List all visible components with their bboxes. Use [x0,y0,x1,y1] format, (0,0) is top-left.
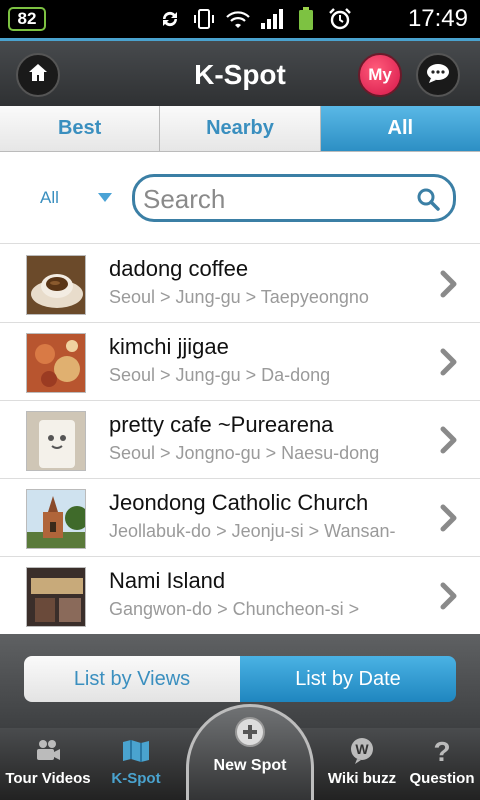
spot-location: Jeollabuk-do > Jeonju-si > Wansan- [109,521,396,541]
svg-text:W: W [355,741,369,757]
tab-label: K-Spot [111,770,161,787]
spot-thumbnail [26,489,86,549]
spot-thumbnail [26,255,86,315]
spot-thumbnail [26,411,86,471]
question-icon: ? [427,736,457,766]
chevron-right-icon [438,269,460,299]
chevron-right-icon [438,347,460,377]
dropdown-arrow-icon[interactable] [96,190,114,204]
spot-title: pretty cafe ~Purearena [109,412,334,437]
category-tabs: Best Nearby All [0,106,480,152]
signal-icon [260,7,284,31]
tab-tour-videos[interactable]: Tour Videos [0,736,96,796]
search-box [132,174,456,222]
list-item[interactable]: Nami Island Gangwon-do > Chuncheon-si > [0,557,480,635]
spot-list: dadong coffee Seoul > Jung-gu > Taepyeon… [0,245,480,635]
chevron-right-icon [438,425,460,455]
list-item[interactable]: Jeondong Catholic Church Jeollabuk-do > … [0,479,480,557]
clock: 17:49 [407,5,468,32]
tab-label: Question [409,770,475,787]
spot-title: dadong coffee [109,256,249,281]
list-by-views-button[interactable]: List by Views [24,656,240,702]
tab-label: Wiki buzz [327,770,397,787]
spot-title: Nami Island [109,568,226,593]
status-bar: 82 17:49 [0,0,480,38]
plus-icon [235,717,265,747]
search-row: All [0,152,480,244]
chevron-right-icon [438,503,460,533]
list-item[interactable]: dadong coffee Seoul > Jung-gu > Taepyeon… [0,245,480,323]
list-by-date-button[interactable]: List by Date [240,656,456,702]
tab-label: New Spot [213,757,287,774]
status-icons [158,6,352,32]
wifi-icon [226,7,250,31]
tab-all[interactable]: All [320,106,480,151]
camera-icon [33,736,63,766]
chat-button[interactable] [416,53,460,97]
search-icon[interactable] [415,186,441,212]
tab-question[interactable]: ? Question [394,736,480,796]
spot-location: Seoul > Jongno-gu > Naesu-dong [109,443,380,463]
battery-icon [294,7,318,31]
bottom-tab-bar: Tour Videos K-Spot New Spot W Wiki buzz … [0,704,480,800]
map-icon [121,736,151,766]
spot-location: Gangwon-do > Chuncheon-si > [109,599,360,619]
spot-thumbnail [26,333,86,393]
battery-level-badge: 82 [8,7,46,31]
spot-title: kimchi jjigae [109,334,229,359]
svg-text:?: ? [433,737,450,765]
vibrate-icon [192,7,216,31]
spot-title: Jeondong Catholic Church [109,490,369,515]
list-item[interactable]: kimchi jjigae Seoul > Jung-gu > Da-dong [0,323,480,401]
wiki-icon: W [347,736,377,766]
tab-best[interactable]: Best [0,106,161,151]
tab-k-spot[interactable]: K-Spot [88,736,184,796]
sync-icon [158,7,182,31]
page-title: K-Spot [194,59,286,90]
spot-location: Seoul > Jung-gu > Da-dong [109,365,331,385]
alarm-icon [328,7,352,31]
region-filter-select[interactable]: All [40,188,59,208]
chevron-right-icon [438,581,460,611]
spot-thumbnail [26,567,86,627]
tab-nearby[interactable]: Nearby [160,106,321,151]
app-header: K-Spot My [0,38,480,106]
my-button[interactable]: My [358,53,402,97]
list-item[interactable]: pretty cafe ~Purearena Seoul > Jongno-gu… [0,401,480,479]
tab-label: Tour Videos [5,770,91,787]
search-input[interactable] [143,183,413,215]
chat-bubble-icon [425,62,451,89]
spot-location: Seoul > Jung-gu > Taepyeongno [109,287,369,307]
